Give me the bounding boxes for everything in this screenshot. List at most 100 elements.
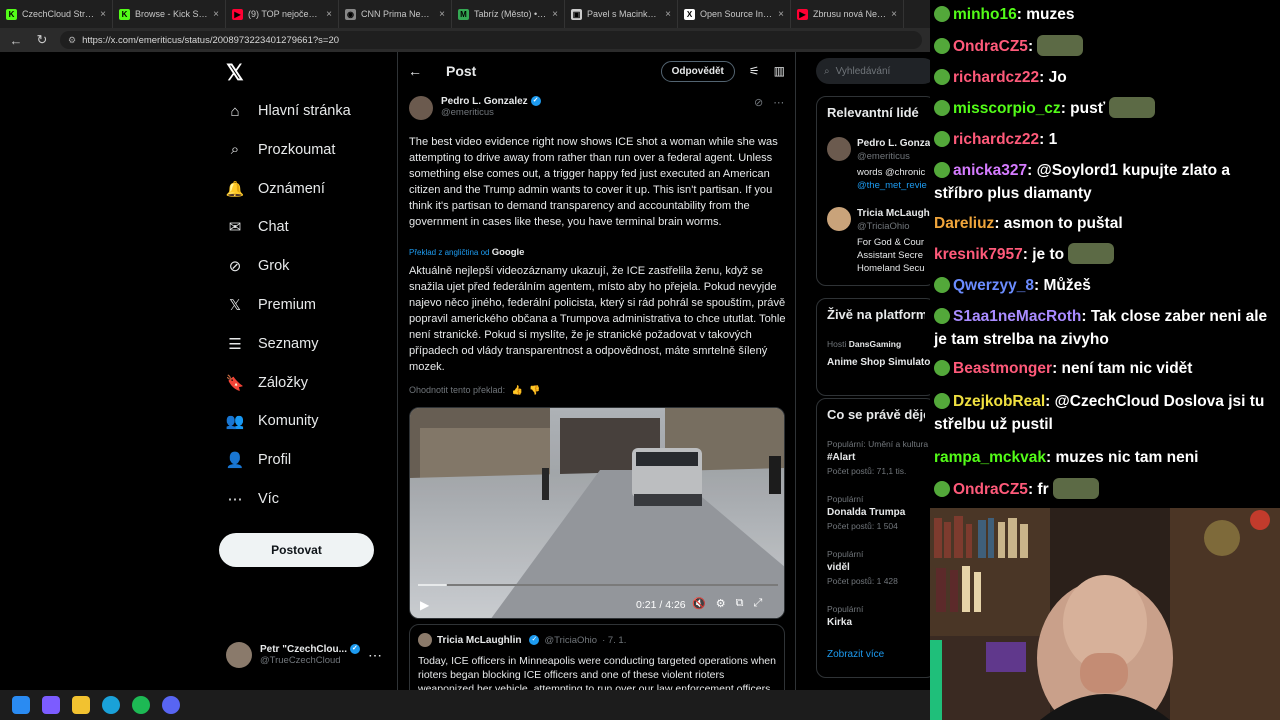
start-icon[interactable] bbox=[12, 696, 30, 714]
video-progress-fill bbox=[418, 584, 447, 586]
chat-username[interactable]: S1aa1neMacRoth bbox=[953, 308, 1081, 325]
browser-tab[interactable]: M Tabríz (Město) • Map × bbox=[452, 0, 565, 28]
chat-message: misscorpio_cz: pusť bbox=[934, 97, 1280, 120]
reader-icon[interactable]: ▥ bbox=[774, 64, 785, 78]
filter-icon[interactable]: ⚟ bbox=[749, 64, 760, 78]
chat-username[interactable]: Dareliuz bbox=[934, 215, 994, 232]
nav-item-záložky[interactable]: 🔖 Záložky bbox=[226, 371, 308, 395]
nav-item-grok[interactable]: ⊘ Grok bbox=[226, 254, 290, 278]
chat-username[interactable]: OndraCZ5 bbox=[953, 38, 1028, 55]
trend-item[interactable]: Populární: Umění a kultura #Alart Počet po… bbox=[827, 439, 928, 476]
pip-icon[interactable]: ⧉ bbox=[736, 597, 744, 610]
nav-item-oznámení[interactable]: 🔔 Oznámení bbox=[226, 177, 325, 201]
chat-username[interactable]: misscorpio_cz bbox=[953, 100, 1061, 117]
chat-username[interactable]: Beastmonger bbox=[953, 360, 1052, 377]
reload-icon[interactable]: ↻ bbox=[34, 32, 50, 48]
avatar[interactable] bbox=[827, 207, 851, 231]
fullscreen-icon[interactable]: ⤢ bbox=[753, 597, 762, 610]
chat-text: Jo bbox=[1048, 69, 1067, 86]
home-icon: ⌂ bbox=[230, 102, 240, 120]
search-box[interactable]: ⌕ Vyhledávání bbox=[816, 58, 930, 84]
chat-username[interactable]: kresnik7957 bbox=[934, 246, 1023, 263]
chat-username[interactable]: OndraCZ5 bbox=[953, 481, 1028, 498]
nav-item-víc[interactable]: ⋯ Víc bbox=[226, 487, 279, 511]
show-more-link[interactable]: Zobrazit více bbox=[827, 649, 884, 660]
chat-username[interactable]: richardcz22 bbox=[953, 131, 1039, 148]
author-handle[interactable]: @emeriticus bbox=[441, 107, 541, 118]
author-avatar[interactable] bbox=[409, 96, 433, 120]
chat-username[interactable]: minho16 bbox=[953, 6, 1017, 23]
browser-tab[interactable]: ▶ (9) TOP nejočekávané × bbox=[226, 0, 339, 28]
chat-username[interactable]: anicka327 bbox=[953, 162, 1027, 179]
discord-icon[interactable] bbox=[162, 696, 180, 714]
chat-username[interactable]: richardcz22 bbox=[953, 69, 1039, 86]
person-name[interactable]: Pedro L. Gonza bbox=[857, 137, 930, 150]
thumbs-down-icon[interactable]: 👎 bbox=[529, 385, 540, 395]
mute-icon[interactable]: 🔇 bbox=[692, 597, 706, 610]
nav-item-hlavní-stránka[interactable]: ⌂ Hlavní stránka bbox=[226, 99, 350, 123]
chat-message: S1aa1neMacRoth: Tak close zaber neni ale… bbox=[934, 308, 1268, 348]
trend-item[interactable]: Populární Donalda Trumpa Počet postů: 1 50… bbox=[827, 494, 905, 531]
nav-item-komunity[interactable]: 👥 Komunity bbox=[226, 409, 319, 433]
tab-title: CzechCloud Stream - bbox=[22, 9, 96, 19]
tab-favicon-icon: ▶ bbox=[232, 8, 243, 20]
tab-close-icon[interactable]: × bbox=[439, 9, 445, 20]
x-logo-icon[interactable]: 𝕏 bbox=[226, 60, 244, 86]
file-explorer-icon[interactable] bbox=[72, 696, 90, 714]
tab-close-icon[interactable]: × bbox=[326, 9, 332, 20]
reply-button[interactable]: Odpovědět bbox=[660, 60, 735, 82]
browser-tab[interactable]: ▣ Pavel s Macinkou se × bbox=[565, 0, 678, 28]
nav-item-seznamy[interactable]: ☰ Seznamy bbox=[226, 332, 318, 356]
browser-tab[interactable]: ▶ Zbrusu nová New Ga × bbox=[791, 0, 904, 28]
person-name[interactable]: Tricia McLaugh bbox=[857, 207, 930, 220]
more-icon[interactable]: ⋯ bbox=[368, 647, 382, 664]
nav-item-prozkoumat[interactable]: ⌕ Prozkoumat bbox=[226, 138, 336, 162]
relevant-people-title: Relevantní lidé bbox=[827, 105, 919, 120]
settings-icon[interactable]: ⚙ bbox=[716, 597, 726, 610]
address-bar[interactable]: ⚙ https://x.com/emeriticus/status/200897… bbox=[60, 31, 922, 49]
tab-close-icon[interactable]: × bbox=[552, 9, 558, 20]
post-button[interactable]: Postovat bbox=[219, 533, 374, 567]
post-author[interactable]: Pedro L. Gonzalez ✓ @emeriticus bbox=[409, 96, 541, 120]
tab-close-icon[interactable]: × bbox=[100, 9, 106, 20]
back-icon[interactable]: ← bbox=[8, 33, 24, 48]
chat-username[interactable]: DzejkobReal bbox=[953, 393, 1045, 410]
more-circle-icon: ⋯ bbox=[227, 491, 243, 508]
thumbs-up-icon[interactable]: 👍 bbox=[512, 385, 523, 395]
trend-item[interactable]: Populární viděl Počet postů: 1 428 bbox=[827, 549, 898, 586]
right-sidebar: ⌕ Vyhledávání Relevantní lidé Pedro L. G… bbox=[816, 52, 930, 690]
tab-close-icon[interactable]: × bbox=[665, 9, 671, 20]
account-switcher[interactable]: Petr "CzechClou... ✓ @TrueCzechCloud ⋯ bbox=[226, 637, 396, 673]
browser-tab[interactable]: X Open Source Intel na × bbox=[678, 0, 791, 28]
chat-username[interactable]: Qwerzyy_8 bbox=[953, 277, 1034, 294]
back-arrow-icon[interactable]: ← bbox=[408, 63, 422, 79]
more-icon[interactable]: ⋯ bbox=[773, 96, 784, 109]
trend-count: Počet postů: 1 428 bbox=[827, 576, 898, 586]
play-icon[interactable]: ▶ bbox=[420, 598, 429, 612]
tab-close-icon[interactable]: × bbox=[778, 9, 784, 20]
avatar[interactable] bbox=[827, 137, 851, 161]
browser-tab[interactable]: K Browse - Kick Stream × bbox=[113, 0, 226, 28]
nav-item-premium[interactable]: 𝕏 Premium bbox=[226, 293, 316, 317]
tab-favicon-icon: ◉ bbox=[345, 8, 356, 20]
video-player[interactable]: ▶ 0:21 / 4:26 🔇 ⚙ ⧉ ⤢ bbox=[409, 407, 785, 619]
live-host[interactable]: DansGaming bbox=[849, 339, 901, 349]
tab-close-icon[interactable]: × bbox=[213, 9, 219, 20]
live-show[interactable]: Anime Shop Simulator bbox=[827, 357, 930, 368]
emote-icon bbox=[1037, 35, 1084, 56]
spotify-icon[interactable] bbox=[132, 696, 150, 714]
trend-item[interactable]: Populární Kirka bbox=[827, 604, 863, 631]
nav-item-profil[interactable]: 👤 Profil bbox=[226, 448, 291, 472]
edge-icon[interactable] bbox=[102, 696, 120, 714]
site-info-icon[interactable]: ⚙ bbox=[68, 35, 76, 46]
copilot-icon[interactable] bbox=[42, 696, 60, 714]
chat-message: DzejkobReal: @CzechCloud Doslova jsi tu … bbox=[934, 393, 1265, 433]
chat-username[interactable]: rampa_mckvak bbox=[934, 449, 1046, 466]
browser-tab[interactable]: K CzechCloud Stream - × bbox=[0, 0, 113, 28]
author-name[interactable]: Pedro L. Gonzalez bbox=[441, 96, 528, 107]
browser-tab[interactable]: ◉ CNN Prima News HD × bbox=[339, 0, 452, 28]
quoted-post[interactable]: Tricia McLaughlin ✓ @TriciaOhio · 7. 1. … bbox=[409, 624, 785, 690]
nav-item-chat[interactable]: ✉ Chat bbox=[226, 215, 289, 239]
tab-close-icon[interactable]: × bbox=[891, 9, 897, 20]
grok-icon[interactable]: ⊘ bbox=[754, 96, 763, 109]
